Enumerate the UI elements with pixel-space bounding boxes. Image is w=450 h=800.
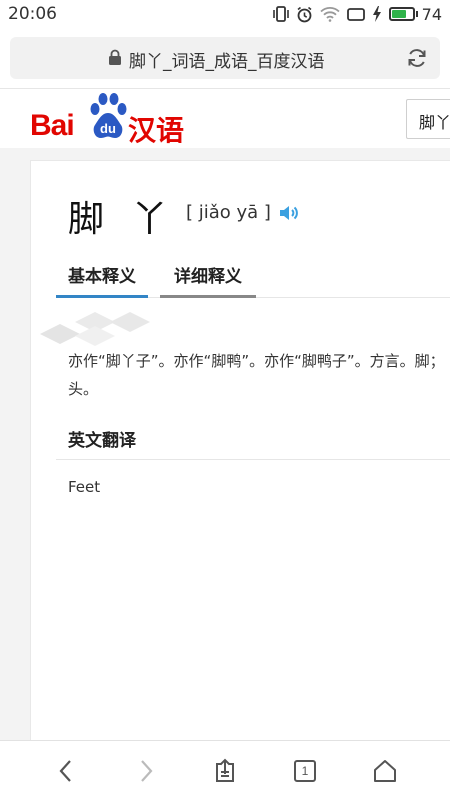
tab-count: 1 <box>294 760 316 782</box>
chevron-right-icon <box>141 760 153 782</box>
baidu-hanyu-logo[interactable]: Bai du 汉语 <box>30 91 190 147</box>
definition-tabs: 基本释义 详细释义 <box>56 258 450 298</box>
speaker-icon[interactable] <box>278 202 300 224</box>
tabs-button[interactable]: 1 <box>291 757 319 785</box>
divider <box>56 459 450 460</box>
status-bar: 20:06 74 <box>0 0 450 28</box>
search-input[interactable]: 脚丫 <box>406 99 450 139</box>
paw-logo-icon: du <box>90 93 127 138</box>
forward-button[interactable] <box>132 757 160 785</box>
english-translation-heading: 英文翻译 <box>68 431 136 451</box>
back-button[interactable] <box>52 757 80 785</box>
status-time: 20:06 <box>8 4 57 24</box>
logo-chinese: 汉语 <box>128 114 185 147</box>
logo-du: du <box>100 121 116 136</box>
definition-text-continued: 头。 <box>68 380 99 398</box>
address-text[interactable]: 脚丫_词语_成语_百度汉语 <box>129 47 325 72</box>
entry-pinyin: [ jiǎo yā ] <box>186 202 271 223</box>
entry-word: 脚 丫 <box>68 199 176 240</box>
tab-detailed-definition[interactable]: 详细释义 <box>160 258 256 298</box>
browser-toolbar: 脚丫_词语_成语_百度汉语 <box>0 28 450 88</box>
logo-latin: Bai <box>30 109 75 142</box>
screen-icon <box>346 7 365 21</box>
site-header: Bai du 汉语 脚丫 <box>0 88 450 148</box>
browser-bottom-nav: 1 <box>0 740 450 800</box>
definition-text: 亦作“脚丫子”。亦作“脚鸭”。亦作“脚鸭子”。方言。脚； <box>68 352 445 370</box>
share-button[interactable] <box>211 757 239 785</box>
alarm-icon <box>297 6 312 22</box>
chevron-left-icon <box>59 760 71 782</box>
battery-icon: 74 <box>388 4 442 24</box>
tab-basic-definition[interactable]: 基本释义 <box>56 258 148 298</box>
english-translation-value: Feet <box>68 478 101 496</box>
status-icons: 74 <box>272 4 442 24</box>
share-icon <box>216 758 234 782</box>
wifi-icon <box>320 7 340 22</box>
vibrate-icon <box>272 6 289 22</box>
lock-icon <box>109 49 121 65</box>
reload-icon[interactable] <box>406 47 428 69</box>
home-button[interactable] <box>371 757 399 785</box>
address-bar[interactable]: 脚丫_词语_成语_百度汉语 <box>10 37 440 79</box>
home-icon <box>374 760 396 782</box>
charging-icon <box>372 6 381 22</box>
battery-level-fill <box>391 10 407 18</box>
battery-percent: 74 <box>421 4 442 24</box>
